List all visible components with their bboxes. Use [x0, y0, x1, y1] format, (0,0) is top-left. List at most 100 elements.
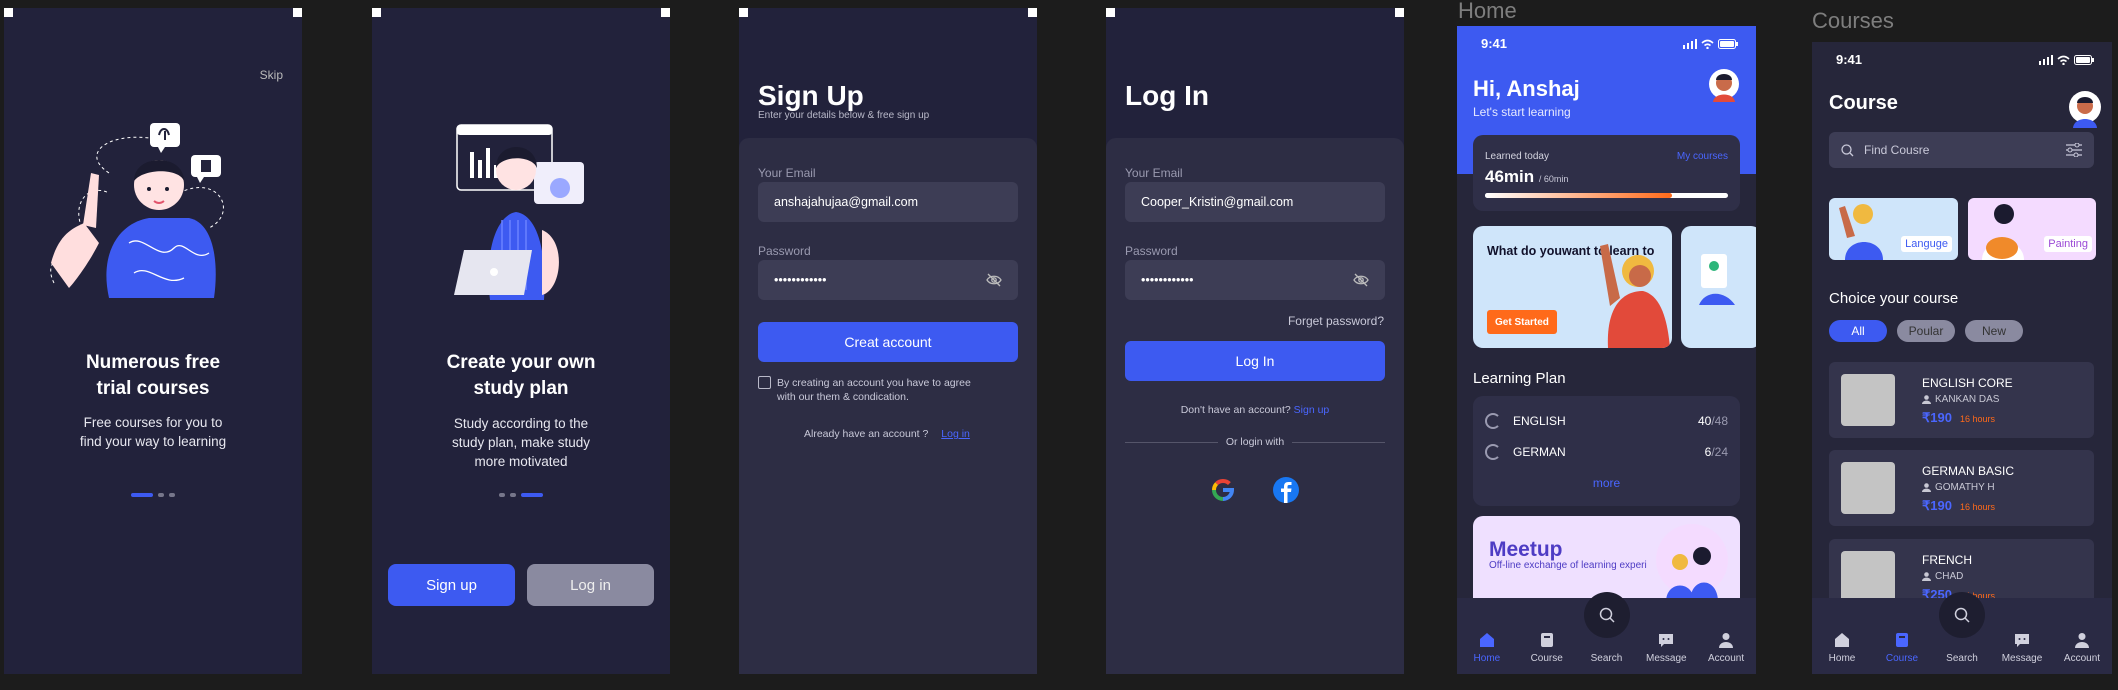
page-title: Sign Up	[758, 80, 864, 111]
course-card[interactable]: ENGLISH CORE KANKAN DAS ₹190 16 hours	[1829, 362, 2094, 438]
nav-label: Account	[1708, 653, 1745, 664]
learned-label: Learned today	[1485, 151, 1549, 162]
subtitle-line: study plan, make study	[451, 435, 591, 450]
courses-screen: 9:41 Course Find Cousre Languge Painting…	[1812, 42, 2112, 674]
category-card-painting[interactable]: Painting	[1968, 198, 2096, 260]
checklist-illustration	[1699, 254, 1735, 305]
password-field[interactable]: ••••••••••••	[758, 260, 1018, 300]
course-price: ₹190 16 hours	[1922, 410, 1995, 426]
nav-label: Search	[1946, 653, 1978, 664]
course-thumbnail	[1841, 462, 1895, 514]
frame-corner	[1028, 8, 1037, 17]
account-icon	[2075, 633, 2089, 648]
create-account-button[interactable]: Creat account	[758, 322, 1018, 362]
frame-corner	[293, 8, 302, 17]
terms-line: By creating an account you have to agree	[777, 377, 971, 389]
choice-title: Choice your course	[1829, 290, 1959, 307]
facebook-icon[interactable]	[1272, 476, 1300, 504]
signal-icon	[1683, 38, 1697, 49]
nav-label: Home	[1828, 653, 1856, 664]
meetup-illustration	[1656, 524, 1728, 602]
onboarding-subtitle: Study according to the study plan, make …	[372, 414, 670, 471]
category-label: Languge	[1901, 236, 1952, 252]
password-label: Password	[1125, 244, 1178, 258]
bottom-nav: Home Course Search Message Account	[1457, 592, 1756, 674]
battery-icon	[1718, 38, 1738, 49]
nav-message[interactable]: Message	[1996, 632, 2048, 664]
nav-message[interactable]: Message	[1640, 632, 1692, 664]
nav-label: Course	[1885, 653, 1919, 664]
learned-minutes: 46min	[1485, 167, 1535, 186]
more-link[interactable]: more	[1473, 476, 1740, 490]
search-fab[interactable]	[1583, 592, 1630, 638]
search-input[interactable]: Find Cousre	[1829, 132, 2094, 168]
language-illustration	[1839, 204, 1883, 260]
title-line: trial courses	[96, 378, 210, 399]
google-icon[interactable]	[1209, 476, 1237, 504]
password-value: ••••••••••••	[774, 273, 827, 287]
plan-row[interactable]: GERMAN 6/24	[1485, 444, 1728, 460]
login-button[interactable]: Log in	[527, 564, 654, 606]
course-card[interactable]: GERMAN BASIC GOMATHY H ₹190 16 hours	[1829, 450, 2094, 526]
category-card-language[interactable]: Languge	[1829, 198, 1958, 260]
signup-link[interactable]: Sign up	[1294, 404, 1330, 416]
filter-icon[interactable]	[2066, 143, 2082, 157]
nav-account[interactable]: Account	[1700, 632, 1752, 664]
nav-label: Message	[2001, 653, 2043, 664]
login-link[interactable]: Log in	[941, 428, 970, 440]
skip-link[interactable]: Skip	[260, 68, 283, 82]
user-icon	[1922, 395, 1931, 404]
category-label: Painting	[2044, 236, 2092, 252]
user-icon	[1922, 483, 1931, 492]
account-icon	[1719, 633, 1734, 648]
nav-course[interactable]: Course	[1521, 632, 1573, 664]
page-subtitle: Enter your details below & free sign up	[758, 110, 930, 121]
onboarding-screen-2: Create your own study plan Study accordi…	[372, 8, 670, 674]
chip-popular[interactable]: Poular	[1897, 320, 1955, 342]
nav-account[interactable]: Account	[2056, 632, 2108, 664]
onboarding-subtitle: Free courses for you to find your way to…	[4, 413, 302, 451]
wifi-icon	[1701, 39, 1714, 49]
banner-illustration	[1600, 244, 1670, 348]
login-button[interactable]: Log In	[1125, 341, 1385, 381]
chip-new[interactable]: New	[1965, 320, 2023, 342]
course-thumbnail	[1841, 374, 1895, 426]
email-field[interactable]: anshajahujaa@gmail.com	[758, 182, 1018, 222]
course-hours: 16 hours	[1959, 414, 1995, 424]
my-courses-link[interactable]: My courses	[1677, 151, 1728, 162]
author-name: KANKAN DAS	[1935, 394, 2000, 405]
avatar[interactable]	[2068, 90, 2102, 128]
terms-checkbox[interactable]	[758, 376, 771, 389]
secondary-banner-card[interactable]	[1681, 226, 1756, 348]
or-login-label: Or login with	[1217, 436, 1293, 448]
search-icon	[1954, 607, 1970, 623]
frame-corner	[661, 8, 670, 17]
avatar[interactable]	[1708, 68, 1740, 104]
greeting-subtitle: Let's start learning	[1473, 105, 1571, 119]
subtitle-line: Study according to the	[453, 416, 589, 431]
status-icons	[1683, 38, 1738, 49]
forget-password-link[interactable]: Forget password?	[1288, 314, 1384, 328]
learn-banner-card[interactable]: What do youwant to learn to Get Started	[1473, 226, 1672, 348]
nav-course[interactable]: Course	[1876, 632, 1928, 664]
eye-off-icon[interactable]	[986, 272, 1002, 288]
search-fab[interactable]	[1939, 592, 1985, 638]
nav-label: Message	[1645, 653, 1687, 664]
plan-row[interactable]: ENGLISH 40/48	[1485, 413, 1728, 429]
onboarding-title: Numerous free trial courses	[4, 350, 302, 402]
message-icon	[1659, 634, 1674, 647]
book-icon	[1896, 633, 1908, 647]
price-value: ₹190	[1922, 410, 1952, 425]
author-name: CHAD	[1935, 571, 1964, 582]
eye-off-icon[interactable]	[1353, 272, 1369, 288]
nav-home[interactable]: Home	[1461, 632, 1513, 664]
chip-all[interactable]: All	[1829, 320, 1887, 342]
signup-button[interactable]: Sign up	[388, 564, 515, 606]
onboarding-illustration-2	[454, 124, 584, 300]
get-started-button[interactable]: Get Started	[1487, 310, 1557, 334]
password-field[interactable]: ••••••••••••	[1125, 260, 1385, 300]
onboarding-screen-1: Skip Numerous free trial courses Free co…	[4, 8, 302, 674]
nav-home[interactable]: Home	[1816, 632, 1868, 664]
email-field[interactable]: Cooper_Kristin@gmail.com	[1125, 182, 1385, 222]
course-author: GOMATHY H	[1922, 482, 1995, 493]
